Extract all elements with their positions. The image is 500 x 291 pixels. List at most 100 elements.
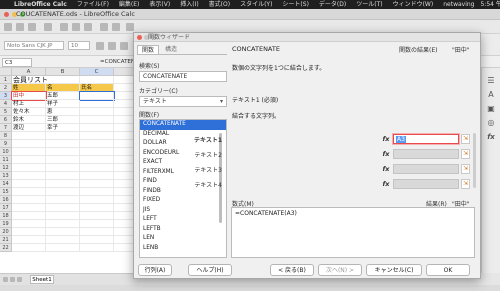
column-header-b[interactable]: B	[46, 68, 80, 76]
cell-c17[interactable]	[80, 204, 114, 212]
function-list-item[interactable]: LEFT	[140, 215, 226, 225]
cell-c19[interactable]	[80, 220, 114, 228]
cell-c13[interactable]	[80, 172, 114, 180]
close-window-button[interactable]	[4, 12, 9, 17]
shrink-icon[interactable]: ⇲	[461, 164, 470, 174]
row-header[interactable]: 17	[0, 204, 12, 212]
functions-icon[interactable]: fx	[486, 132, 496, 142]
column-header-c[interactable]: C	[80, 68, 114, 76]
row-header[interactable]: 5	[0, 108, 12, 116]
menubar-item-edit[interactable]: 編集(E)	[119, 0, 139, 9]
cell-b17[interactable]	[46, 204, 80, 212]
gallery-icon[interactable]: ▣	[486, 104, 496, 114]
menubar-item-insert[interactable]: 挿入(I)	[180, 0, 198, 9]
menubar-item-window[interactable]: ウィンドウ(W)	[393, 0, 434, 9]
cell-a1[interactable]: 会員リスト	[12, 76, 48, 84]
cell-b6[interactable]: 三郎	[46, 116, 80, 124]
row-header[interactable]: 6	[0, 116, 12, 124]
cell-a2[interactable]: 姓	[12, 84, 46, 92]
cell-c9[interactable]	[80, 140, 114, 148]
fx-icon[interactable]: fx	[381, 164, 391, 174]
row-header[interactable]: 16	[0, 196, 12, 204]
row-header[interactable]: 18	[0, 212, 12, 220]
cell-a4[interactable]: 村上	[12, 100, 46, 108]
cell-c16[interactable]	[80, 196, 114, 204]
font-name-box[interactable]: Noto Sans CJK JP	[4, 41, 64, 50]
cell-b2[interactable]: 名	[46, 84, 80, 92]
next-sheet-icon[interactable]	[17, 277, 22, 282]
cell-c21[interactable]	[80, 236, 114, 244]
cell-c18[interactable]	[80, 212, 114, 220]
menubar-item-view[interactable]: 表示(V)	[149, 0, 170, 9]
row-header[interactable]: 21	[0, 236, 12, 244]
menubar-item-sheet[interactable]: シート(S)	[282, 0, 309, 9]
cell-b20[interactable]	[46, 228, 80, 236]
search-input[interactable]: CONCATENATE	[139, 71, 227, 82]
cell-b5[interactable]: 恵	[46, 108, 80, 116]
row-header[interactable]: 11	[0, 156, 12, 164]
cell-b12[interactable]	[46, 164, 80, 172]
cell-b13[interactable]	[46, 172, 80, 180]
corner-select-all[interactable]	[0, 68, 12, 76]
menubar-item-file[interactable]: ファイル(F)	[77, 0, 109, 9]
cut-icon[interactable]	[60, 23, 68, 31]
prev-sheet-icon[interactable]	[10, 277, 15, 282]
italic-icon[interactable]	[108, 42, 116, 50]
argument-input[interactable]	[393, 164, 459, 174]
cell-b16[interactable]	[46, 196, 80, 204]
ok-button[interactable]: OK	[426, 264, 470, 276]
copy-icon[interactable]	[72, 23, 80, 31]
cell-b19[interactable]	[46, 220, 80, 228]
row-header[interactable]: 20	[0, 228, 12, 236]
cell-a22[interactable]	[12, 244, 46, 252]
menubar-clock[interactable]: 5:54 午後	[480, 0, 500, 9]
cell-c8[interactable]	[80, 132, 114, 140]
first-sheet-icon[interactable]	[3, 277, 8, 282]
menubar-item-data[interactable]: データ(D)	[319, 0, 346, 9]
cell-b3[interactable]: 五郎	[46, 92, 80, 100]
save-icon[interactable]	[28, 23, 36, 31]
new-document-icon[interactable]	[4, 23, 12, 31]
cell-a17[interactable]	[12, 204, 46, 212]
tab-structure[interactable]: 構造	[161, 45, 181, 54]
cell-a20[interactable]	[12, 228, 46, 236]
row-header[interactable]: 2	[0, 84, 12, 92]
array-button[interactable]: 行列(A)	[138, 264, 172, 276]
menubar-user[interactable]: netwaving	[443, 0, 474, 9]
row-header[interactable]: 9	[0, 140, 12, 148]
shrink-icon[interactable]: ⇲	[461, 179, 470, 189]
dialog-close-button[interactable]	[137, 35, 142, 40]
menubar-item-tools[interactable]: ツール(T)	[356, 0, 382, 9]
fx-icon[interactable]: fx	[381, 179, 391, 189]
function-list-item[interactable]: FIXED	[140, 196, 226, 206]
formula-textarea[interactable]: =CONCATENATE(A3)	[231, 207, 475, 258]
cell-a5[interactable]: 佐々木	[12, 108, 46, 116]
cell-b1[interactable]	[46, 76, 80, 84]
print-icon[interactable]	[44, 23, 52, 31]
cell-a12[interactable]	[12, 164, 46, 172]
arguments-scrollbar[interactable]	[473, 133, 476, 188]
styles-icon[interactable]: A	[486, 90, 496, 100]
row-header[interactable]: 12	[0, 164, 12, 172]
argument-input[interactable]	[393, 179, 459, 189]
row-header[interactable]: 7	[0, 124, 12, 132]
row-header[interactable]: 14	[0, 180, 12, 188]
cell-b10[interactable]	[46, 148, 80, 156]
cell-c22[interactable]	[80, 244, 114, 252]
function-list-item[interactable]: CONCATENATE	[140, 120, 226, 130]
sheet-tab-sheet1[interactable]: Sheet1	[30, 275, 54, 284]
cell-c3[interactable]	[79, 91, 115, 101]
fx-icon[interactable]: fx	[381, 134, 391, 144]
cell-a6[interactable]: 鈴木	[12, 116, 46, 124]
cell-c1[interactable]	[80, 76, 114, 84]
function-list-item[interactable]: LEN	[140, 234, 226, 244]
cell-c12[interactable]	[80, 164, 114, 172]
cell-c6[interactable]	[80, 116, 114, 124]
properties-icon[interactable]: ☰	[486, 76, 496, 86]
cell-b7[interactable]: 幸子	[46, 124, 80, 132]
cell-b21[interactable]	[46, 236, 80, 244]
cell-c7[interactable]	[80, 124, 114, 132]
cell-a10[interactable]	[12, 148, 46, 156]
row-header[interactable]: 13	[0, 172, 12, 180]
cell-b9[interactable]	[46, 140, 80, 148]
